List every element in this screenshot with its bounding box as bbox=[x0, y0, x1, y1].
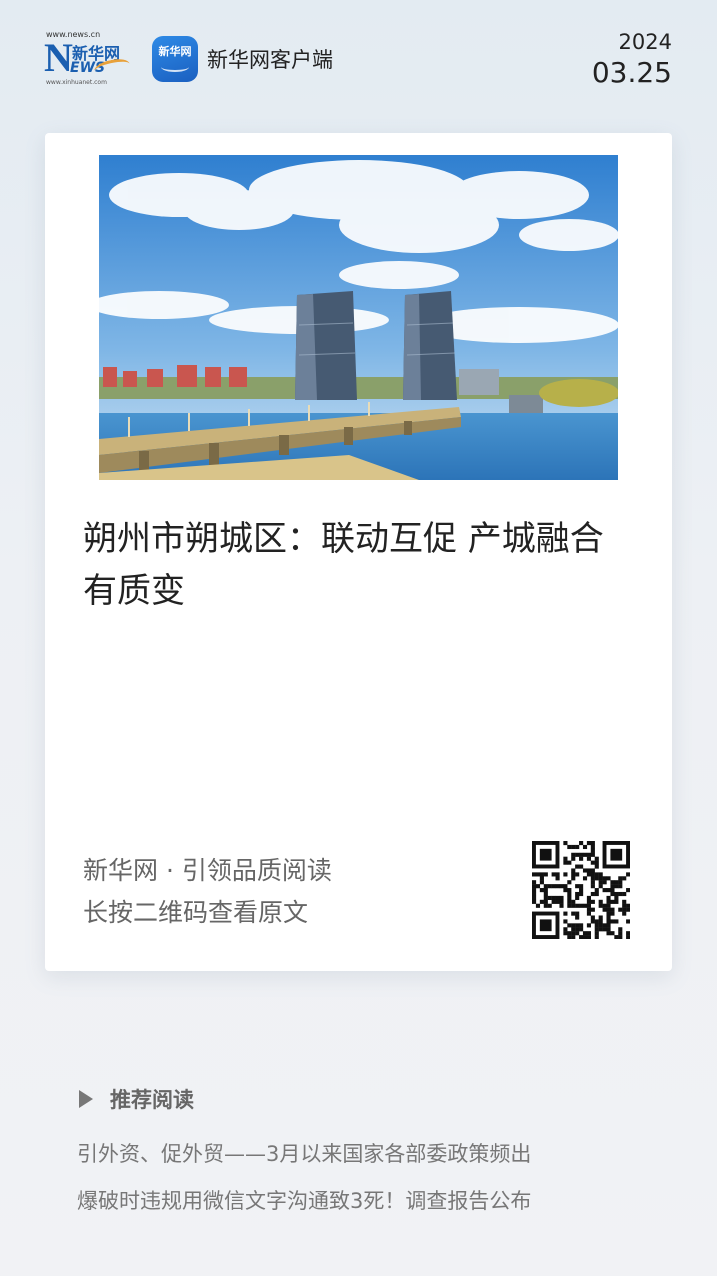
date-day: 03.25 bbox=[591, 56, 672, 89]
date-year: 2024 bbox=[618, 30, 672, 54]
article-card[interactable]: 朔州市朔城区：联动互促 产城融合有质变 新华网 · 引领品质阅读 长按二维码查看… bbox=[45, 133, 672, 971]
logo-url-bottom: www.xinhuanet.com bbox=[46, 79, 107, 86]
brand-tagline: 新华网 · 引领品质阅读 bbox=[83, 856, 332, 885]
article-headline: 朔州市朔城区：联动互促 产城融合有质变 bbox=[83, 519, 604, 611]
recommend-title: 推荐阅读 bbox=[110, 1088, 194, 1112]
qr-code-graphic bbox=[532, 841, 631, 940]
city-bridge-image bbox=[99, 155, 618, 480]
qr-hint: 长按二维码查看原文 bbox=[83, 898, 309, 927]
recommend-item[interactable]: 爆破时违规用微信文字沟通致3死！调查报告公布 bbox=[77, 1185, 531, 1215]
xinhua-app-icon: 新华网 bbox=[152, 36, 198, 82]
article-photo bbox=[99, 155, 618, 480]
app-name: 新华网客户端 bbox=[207, 48, 333, 72]
qr-code[interactable] bbox=[532, 841, 631, 940]
logo-letter-n: N bbox=[44, 35, 73, 80]
app-icon-wave bbox=[161, 62, 189, 72]
header: www.news.cn N 新华网 EWS www.xinhuanet.com … bbox=[0, 0, 717, 120]
xinhuanet-news-logo: www.news.cn N 新华网 EWS www.xinhuanet.com bbox=[44, 30, 134, 88]
recommend-item[interactable]: 引外资、促外贸——3月以来国家各部委政策频出 bbox=[77, 1138, 531, 1168]
app-icon-text: 新华网 bbox=[158, 45, 192, 58]
play-arrow-icon bbox=[79, 1090, 93, 1108]
